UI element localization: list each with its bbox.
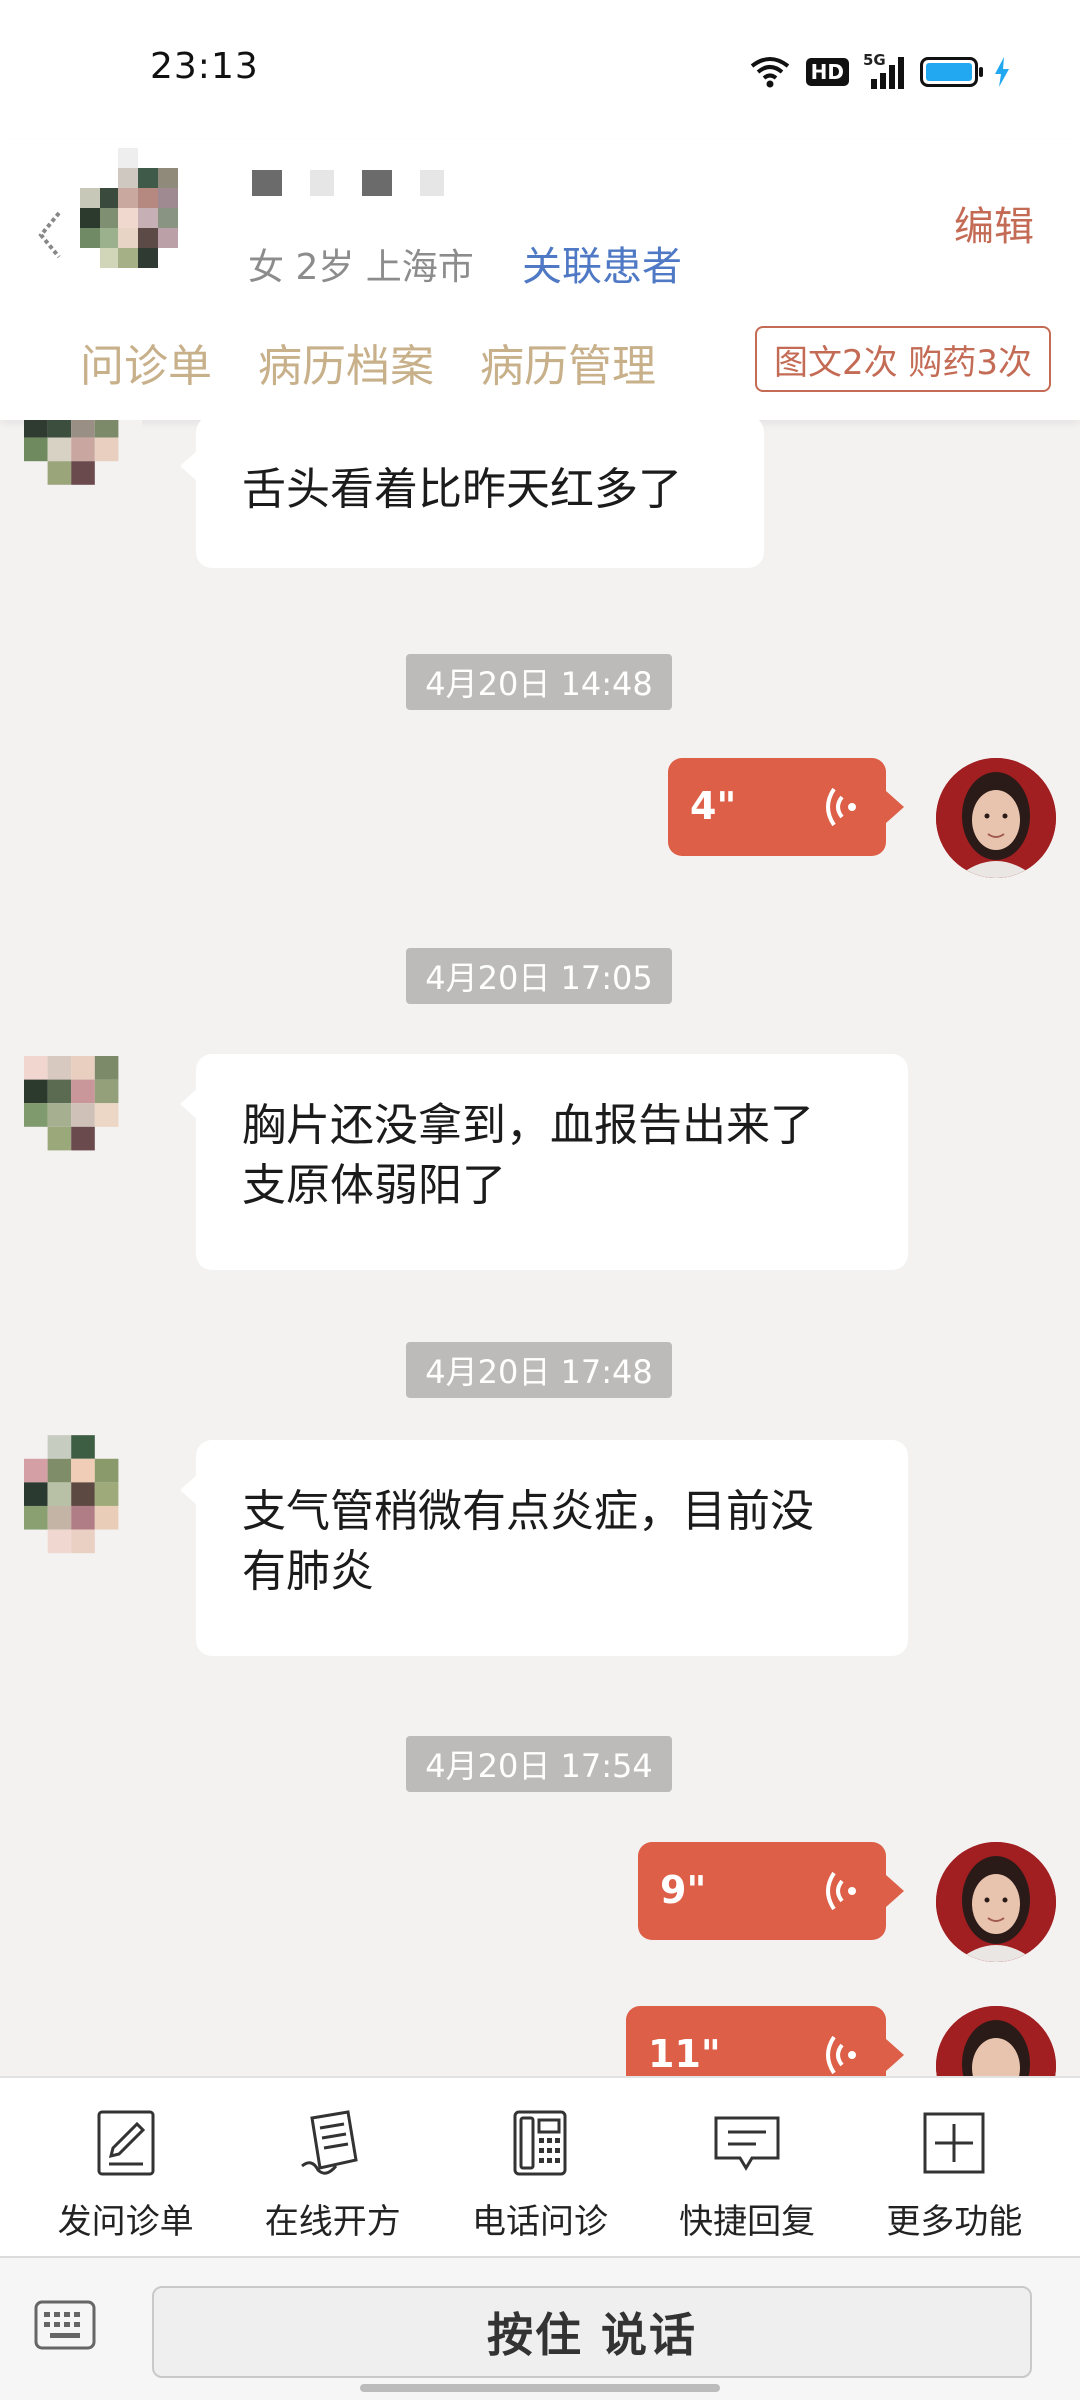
function-label: 快捷回复: [679, 2202, 816, 2242]
signal-icon: 5G: [863, 51, 904, 89]
message-bubble[interactable]: 舌头看着比昨天红多了: [180, 420, 764, 568]
message-timestamp: 4月20日 17:54: [406, 1736, 672, 1792]
back-button[interactable]: [30, 195, 70, 275]
status-time: 23:13: [150, 46, 259, 87]
more-functions-button[interactable]: 更多功能: [859, 2078, 1049, 2256]
message-text-line: 支气管稍微有点炎症，目前没: [242, 1486, 814, 1537]
charging-icon: [995, 57, 1009, 87]
voice-duration: 9": [660, 1868, 707, 1912]
voice-message-button[interactable]: 9": [638, 1842, 904, 1940]
quick-reply-button[interactable]: 快捷回复: [652, 2078, 842, 2256]
function-label: 在线开方: [264, 2202, 401, 2242]
phone-icon: [513, 2110, 567, 2176]
tab-medical-record[interactable]: 病历档案: [258, 330, 434, 394]
back-arrow-icon: [38, 211, 61, 259]
phone-consult-button[interactable]: 电话问诊: [445, 2078, 635, 2256]
network-type: 5G: [863, 51, 886, 69]
voice-message-button[interactable]: 4": [668, 758, 904, 856]
patient-avatar-small[interactable]: [24, 1056, 142, 1174]
message-text: 舌头看着比昨天红多了: [242, 464, 682, 515]
doctor-avatar[interactable]: [936, 758, 1056, 878]
tab-record-management[interactable]: 病历管理: [480, 330, 656, 394]
wifi-icon: [750, 57, 789, 88]
message-text-line: 有肺炎: [242, 1546, 374, 1597]
status-bar: 23:13 HD 5G: [0, 0, 1080, 140]
link-patient-button[interactable]: 关联患者: [522, 234, 682, 292]
message-timestamp: 4月20日 17:48: [406, 1342, 672, 1398]
message-bubble[interactable]: 支气管稍微有点炎症，目前没 有肺炎: [180, 1440, 908, 1656]
keyboard-icon[interactable]: [34, 2300, 96, 2350]
input-bar: 按住 说话: [0, 2256, 1080, 2400]
patient-avatar-small[interactable]: [24, 1434, 142, 1574]
tab-consult-form[interactable]: 问诊单: [80, 330, 212, 394]
hold-to-talk-button[interactable]: 按住 说话: [152, 2286, 1032, 2378]
message-timestamp: 4月20日 17:05: [406, 948, 672, 1004]
voice-wave-icon: [826, 787, 856, 827]
function-label: 电话问诊: [471, 2202, 608, 2242]
voice-wave-icon: [826, 1871, 856, 1911]
quick-reply-icon: [714, 2116, 780, 2171]
patient-avatar[interactable]: [80, 148, 230, 298]
message-text-line: 支原体弱阳了: [242, 1160, 506, 1211]
patient-name-blurred: [252, 170, 444, 196]
send-consult-form-button[interactable]: 发问诊单: [31, 2078, 221, 2256]
status-icons: HD 5G: [750, 51, 1010, 92]
chat-header: 女 2岁 上海市 关联患者 编辑 问诊单 病历档案 病历管理 图文2次 购药3次: [0, 140, 1080, 420]
voice-duration: 4": [690, 784, 737, 828]
home-indicator[interactable]: [360, 2384, 720, 2392]
voice-wave-icon: [826, 2035, 856, 2075]
patient-avatar-small[interactable]: [24, 420, 142, 532]
message-text-line: 胸片还没拿到，血报告出来了: [242, 1100, 814, 1151]
function-label: 更多功能: [886, 2202, 1023, 2242]
form-icon: [97, 2110, 155, 2176]
chat-area[interactable]: 舌头看着比昨天红多了 4月20日 14:48 4" 4月20日 17:05 胸片…: [0, 420, 1080, 2076]
message-bubble[interactable]: 胸片还没拿到，血报告出来了 支原体弱阳了: [180, 1054, 908, 1270]
function-label: 发问诊单: [57, 2202, 194, 2242]
doctor-avatar[interactable]: [936, 1842, 1056, 1962]
message-timestamp: 4月20日 14:48: [406, 654, 672, 710]
function-bar: 发问诊单 在线开方 电话问诊 快捷回复 更多功能: [0, 2076, 1080, 2256]
online-prescription-button[interactable]: 在线开方: [238, 2078, 428, 2256]
consult-stats-badge[interactable]: 图文2次 购药3次: [755, 326, 1051, 392]
header-tabs: 问诊单 病历档案 病历管理: [80, 330, 656, 394]
voice-duration: 11": [648, 2032, 721, 2076]
prescription-icon: [300, 2110, 358, 2175]
edit-button[interactable]: 编辑: [954, 194, 1034, 252]
doctor-avatar[interactable]: [936, 2006, 1056, 2076]
hd-icon: HD: [805, 58, 849, 86]
patient-info: 女 2岁 上海市: [248, 247, 474, 288]
battery-icon: [920, 57, 983, 87]
voice-message-button[interactable]: 11": [626, 2006, 904, 2076]
battery-fill: [926, 63, 972, 81]
more-icon: [923, 2112, 985, 2174]
